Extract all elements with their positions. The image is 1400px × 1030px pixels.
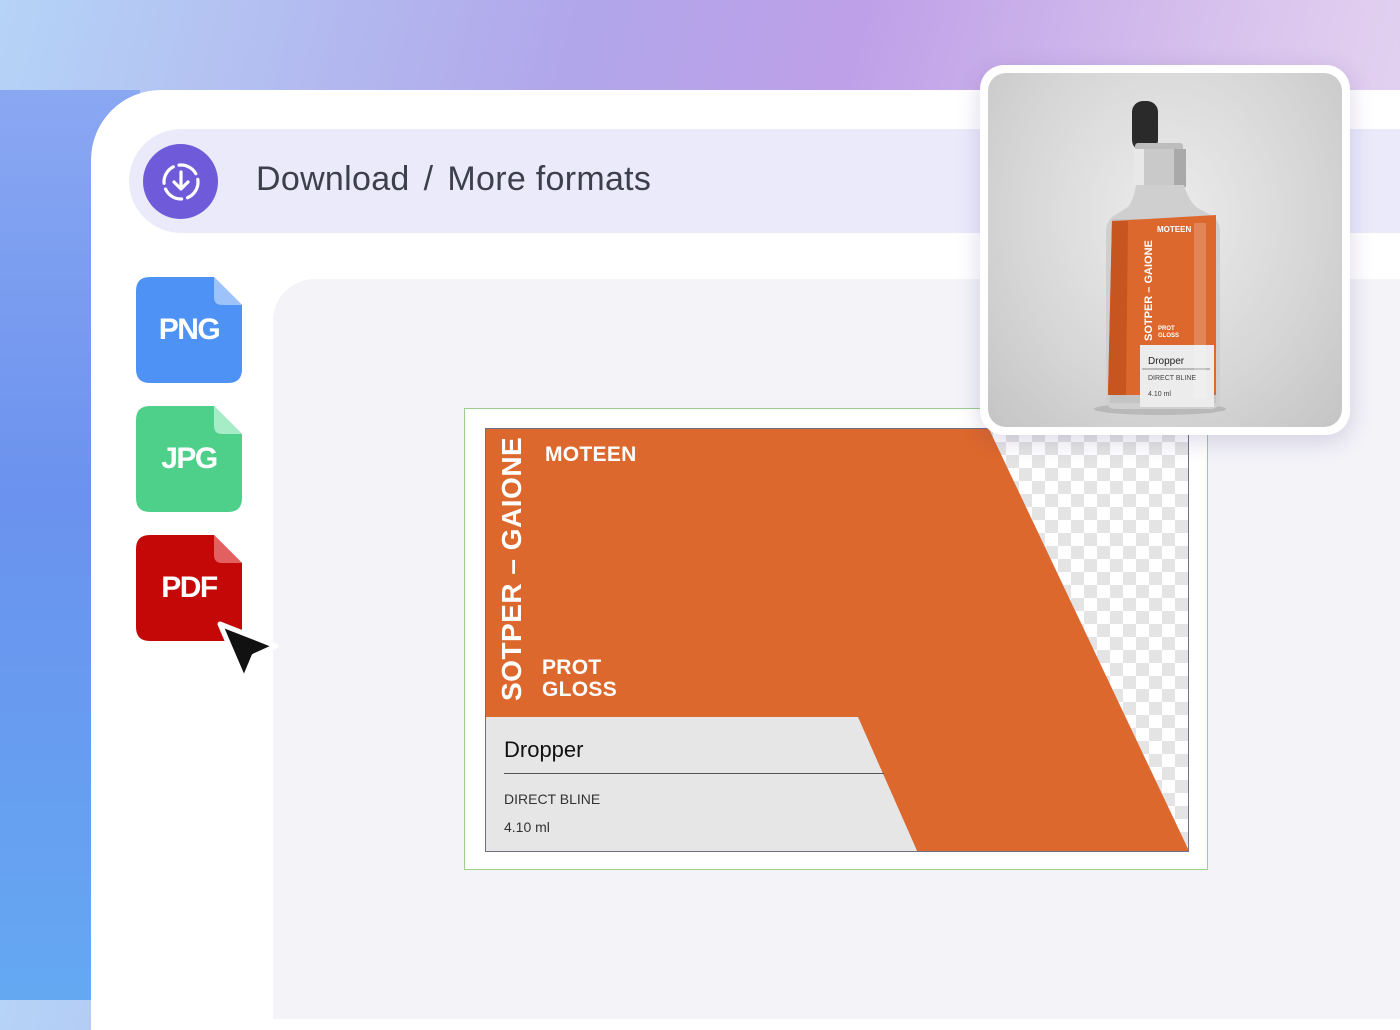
label-product-name: Dropper [504, 737, 584, 762]
preview-subtitle-line1: PROT [1158, 326, 1175, 332]
breadcrumb-more-formats[interactable]: More formats [447, 160, 651, 198]
preview-product-name: Dropper [1148, 356, 1185, 367]
breadcrumb-separator: / [423, 160, 434, 198]
label-subtitle-line2: GLOSS [542, 678, 618, 701]
preview-vertical-title: SOTPER – GAIONE [1143, 240, 1155, 341]
label-brand: MOTEEN [545, 443, 637, 466]
label-volume: 4.10 ml [504, 819, 550, 835]
jpg-label: JPG [161, 442, 218, 475]
download-icon [161, 162, 200, 201]
download-button[interactable] [143, 144, 218, 219]
png-format-button[interactable]: PNG [136, 277, 242, 383]
pdf-label: PDF [161, 571, 218, 604]
label-vertical-title: SOTPER – GAIONE [496, 436, 527, 701]
png-label: PNG [158, 313, 221, 346]
product-preview-card: SOTPER – GAIONE MOTEEN PROT GLOSS Droppe… [980, 65, 1350, 435]
breadcrumb: Download / More formats [256, 160, 651, 199]
bottle-preview-image: SOTPER – GAIONE MOTEEN PROT GLOSS Droppe… [988, 73, 1342, 427]
preview-brand: MOTEEN [1157, 225, 1192, 234]
cursor-icon [217, 621, 279, 683]
label-info-line: DIRECT BLINE [504, 791, 601, 807]
preview-info-line: DIRECT BLINE [1148, 375, 1197, 382]
label-artwork[interactable]: SOTPER – GAIONE MOTEEN PROT GLOSS Droppe… [485, 428, 1189, 852]
preview-subtitle-line2: GLOSS [1158, 333, 1180, 339]
preview-volume: 4.10 ml [1148, 391, 1171, 398]
jpg-format-button[interactable]: JPG [136, 406, 242, 512]
breadcrumb-download[interactable]: Download [256, 160, 410, 198]
dropper-bottle-illustration [1094, 101, 1226, 415]
label-subtitle-line1: PROT [542, 656, 602, 679]
label-divider [504, 773, 884, 774]
label-background [486, 429, 1188, 851]
